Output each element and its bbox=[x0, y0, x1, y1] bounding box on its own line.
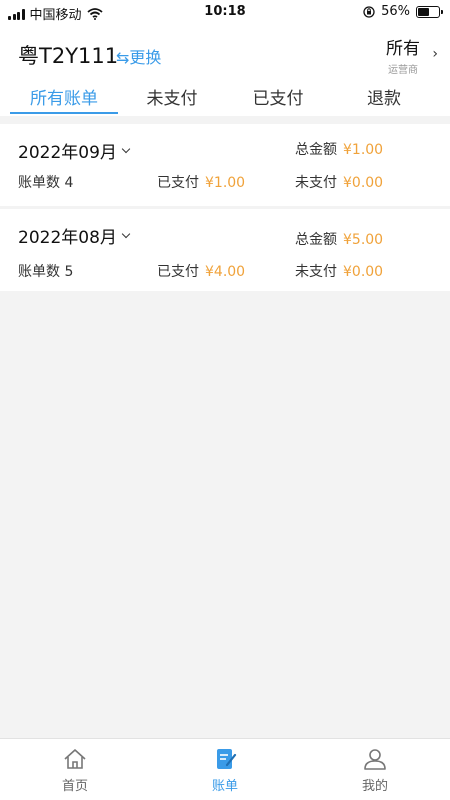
month-label: 2022年09月 bbox=[18, 143, 117, 163]
count-value: 4 bbox=[64, 175, 74, 191]
total-label: 总金额 bbox=[295, 142, 337, 158]
battery-icon bbox=[416, 5, 443, 18]
operator-label: 运营商 bbox=[388, 65, 418, 76]
unpaid-value: ¥0.00 bbox=[343, 264, 384, 280]
tabbar-label-mine: 我的 bbox=[361, 779, 388, 794]
month-selector[interactable]: 2022年09月 bbox=[18, 138, 131, 163]
tab-unpaid[interactable]: 未支付 bbox=[120, 84, 224, 109]
paid-amount: 已支付 ¥4.00 bbox=[157, 261, 245, 281]
month-card[interactable]: 2022年08月 总金额 ¥5.00 账单数 5 已支付 ¥4.00 未支付 ¥0.0… bbox=[0, 209, 450, 291]
total-value: ¥1.00 bbox=[343, 142, 384, 158]
switch-label: ⇆更换 bbox=[116, 48, 162, 67]
unpaid-amount: 未支付 ¥0.00 bbox=[295, 172, 383, 192]
active-tab-indicator bbox=[10, 112, 118, 114]
battery-fill bbox=[418, 7, 429, 16]
total-amount: 总金额 ¥5.00 bbox=[295, 229, 383, 249]
unpaid-amount: 未支付 ¥0.00 bbox=[295, 261, 383, 281]
total-value: ¥5.00 bbox=[343, 232, 384, 248]
paid-value: ¥4.00 bbox=[205, 264, 246, 280]
chevron-down-icon bbox=[121, 229, 131, 238]
bottom-tab-bar: 首页 账单 我的 bbox=[0, 738, 450, 800]
switch-plate-button[interactable]: ⇆更换 bbox=[116, 44, 161, 68]
plate-number: 粤T2Y111 bbox=[18, 44, 119, 68]
chevron-right-icon[interactable]: › bbox=[432, 46, 438, 62]
tabbar-item-bill[interactable]: 账单 bbox=[185, 747, 265, 794]
tabbar-label-bill: 账单 bbox=[211, 779, 238, 794]
user-icon bbox=[364, 749, 386, 770]
paid-label: 已支付 bbox=[157, 264, 199, 280]
total-label: 总金额 bbox=[295, 232, 337, 248]
bill-count: 账单数 5 bbox=[18, 261, 73, 281]
unpaid-value: ¥0.00 bbox=[343, 175, 384, 191]
tabbar-item-mine[interactable]: 我的 bbox=[335, 747, 415, 794]
count-label: 账单数 bbox=[18, 175, 60, 191]
bill-tabs: 所有账单 未支付 已支付 退款 bbox=[0, 80, 450, 114]
bill-count: 账单数 4 bbox=[18, 172, 73, 192]
screen: 中国移动 10:18 56% 粤T2Y111 ⇆更换 所有 运营商 › 所有账单… bbox=[0, 0, 450, 800]
count-label: 账单数 bbox=[18, 264, 60, 280]
unpaid-label: 未支付 bbox=[295, 175, 337, 191]
status-right: 56% bbox=[363, 4, 443, 19]
tabbar-item-home[interactable]: 首页 bbox=[35, 747, 115, 794]
bill-icon bbox=[217, 749, 237, 769]
operator-value: 所有 bbox=[386, 39, 420, 59]
month-card[interactable]: 2022年09月 总金额 ¥1.00 账单数 4 已支付 ¥1.00 未支付 ¥0.0… bbox=[0, 124, 450, 206]
unpaid-label: 未支付 bbox=[295, 264, 337, 280]
operator-selector[interactable]: 所有 运营商 bbox=[386, 34, 420, 76]
tab-paid[interactable]: 已支付 bbox=[226, 84, 330, 109]
status-bar: 中国移动 10:18 56% bbox=[0, 0, 450, 24]
tab-refund[interactable]: 退款 bbox=[332, 84, 436, 109]
orientation-lock-icon bbox=[363, 5, 375, 18]
home-icon bbox=[64, 749, 86, 769]
tab-all-bills[interactable]: 所有账单 bbox=[10, 84, 118, 109]
paid-label: 已支付 bbox=[157, 175, 199, 191]
header: 粤T2Y111 ⇆更换 所有 运营商 › 所有账单 未支付 已支付 退款 bbox=[0, 24, 450, 116]
paid-amount: 已支付 ¥1.00 bbox=[157, 172, 245, 192]
count-value: 5 bbox=[64, 264, 74, 280]
battery-percent: 56% bbox=[381, 4, 410, 19]
paid-value: ¥1.00 bbox=[205, 175, 246, 191]
month-selector[interactable]: 2022年08月 bbox=[18, 223, 131, 248]
month-label: 2022年08月 bbox=[18, 228, 117, 248]
chevron-down-icon bbox=[121, 144, 131, 153]
tabbar-label-home: 首页 bbox=[61, 779, 88, 794]
total-amount: 总金额 ¥1.00 bbox=[295, 139, 383, 159]
